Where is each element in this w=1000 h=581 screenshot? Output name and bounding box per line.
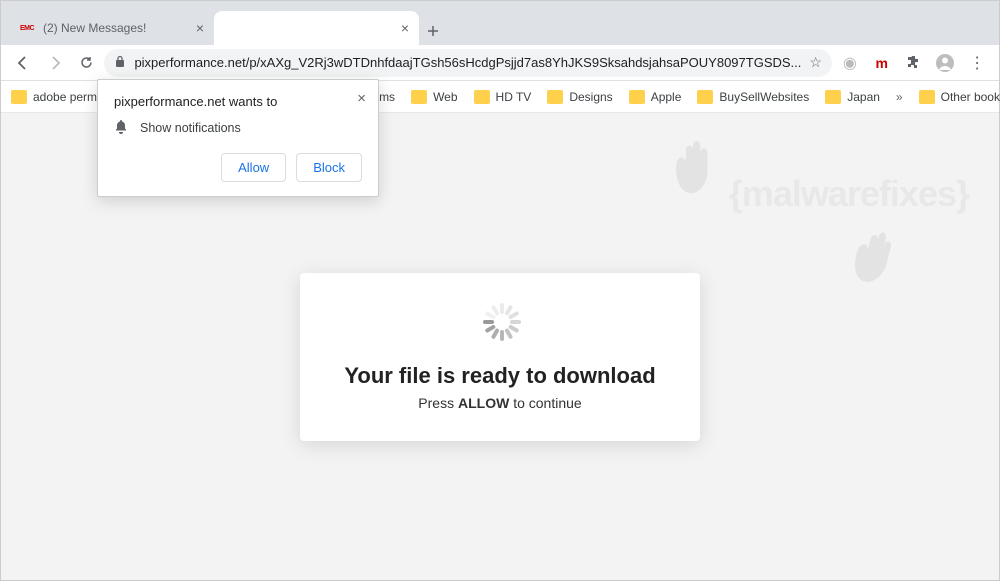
permission-row: Show notifications	[114, 119, 362, 137]
new-tab-button[interactable]	[419, 17, 447, 45]
close-popup-icon[interactable]: ×	[357, 90, 366, 107]
card-title: Your file is ready to download	[320, 363, 680, 389]
allow-button[interactable]: Allow	[221, 153, 286, 182]
url-text: pixperformance.net/p/xAXg_V2Rj3wDTDnhfda…	[134, 55, 801, 70]
watermark-hand-icon	[819, 203, 929, 313]
watermark-hand-icon	[649, 123, 739, 213]
favicon-emc: EMC	[19, 20, 35, 36]
tab-messages[interactable]: EMC (2) New Messages! ×	[9, 11, 214, 45]
extensions-icon[interactable]	[900, 49, 928, 77]
bell-icon	[114, 119, 128, 137]
close-tab-icon[interactable]: ×	[196, 20, 204, 36]
back-button[interactable]	[9, 49, 37, 77]
tab-active[interactable]: ×	[214, 11, 419, 45]
address-bar: pixperformance.net/p/xAXg_V2Rj3wDTDnhfda…	[1, 45, 999, 81]
permission-popup: × pixperformance.net wants to Show notif…	[97, 79, 379, 197]
bookmark-web[interactable]: Web	[411, 90, 457, 104]
permission-label: Show notifications	[140, 121, 241, 135]
bookmark-adobe[interactable]: adobe permie	[11, 90, 106, 104]
card-subtitle: Press ALLOW to continue	[320, 395, 680, 411]
omnibox[interactable]: pixperformance.net/p/xAXg_V2Rj3wDTDnhfda…	[104, 49, 832, 77]
spinner-icon	[479, 301, 521, 343]
forward-button[interactable]	[41, 49, 69, 77]
watermark-text: {malwarefixes}	[729, 173, 969, 215]
bookmark-apple[interactable]: Apple	[629, 90, 682, 104]
bookmark-buysell[interactable]: BuySellWebsites	[697, 90, 809, 104]
tabstrip: EMC (2) New Messages! × ×	[1, 9, 999, 45]
menu-icon[interactable]: ⋮	[963, 49, 991, 77]
block-button[interactable]: Block	[296, 153, 362, 182]
star-icon[interactable]: ☆	[809, 54, 822, 71]
bookmark-other[interactable]: Other bookmarks	[919, 90, 1000, 104]
close-tab-icon[interactable]: ×	[401, 20, 409, 36]
reload-button[interactable]	[73, 49, 101, 77]
download-card: Your file is ready to download Press ALL…	[300, 273, 700, 441]
favicon-blank	[224, 20, 240, 36]
tab-label: (2) New Messages!	[43, 21, 190, 35]
lock-icon	[114, 55, 126, 71]
bookmark-japan[interactable]: Japan	[825, 90, 880, 104]
extension-m-icon[interactable]: m	[868, 49, 896, 77]
extension-circle-icon[interactable]: ◉	[836, 49, 864, 77]
permission-header: pixperformance.net wants to	[114, 94, 362, 109]
bookmarks-overflow-icon[interactable]: »	[896, 90, 903, 104]
profile-icon[interactable]	[931, 49, 959, 77]
bookmark-designs[interactable]: Designs	[547, 90, 612, 104]
bookmark-hdtv[interactable]: HD TV	[474, 90, 532, 104]
